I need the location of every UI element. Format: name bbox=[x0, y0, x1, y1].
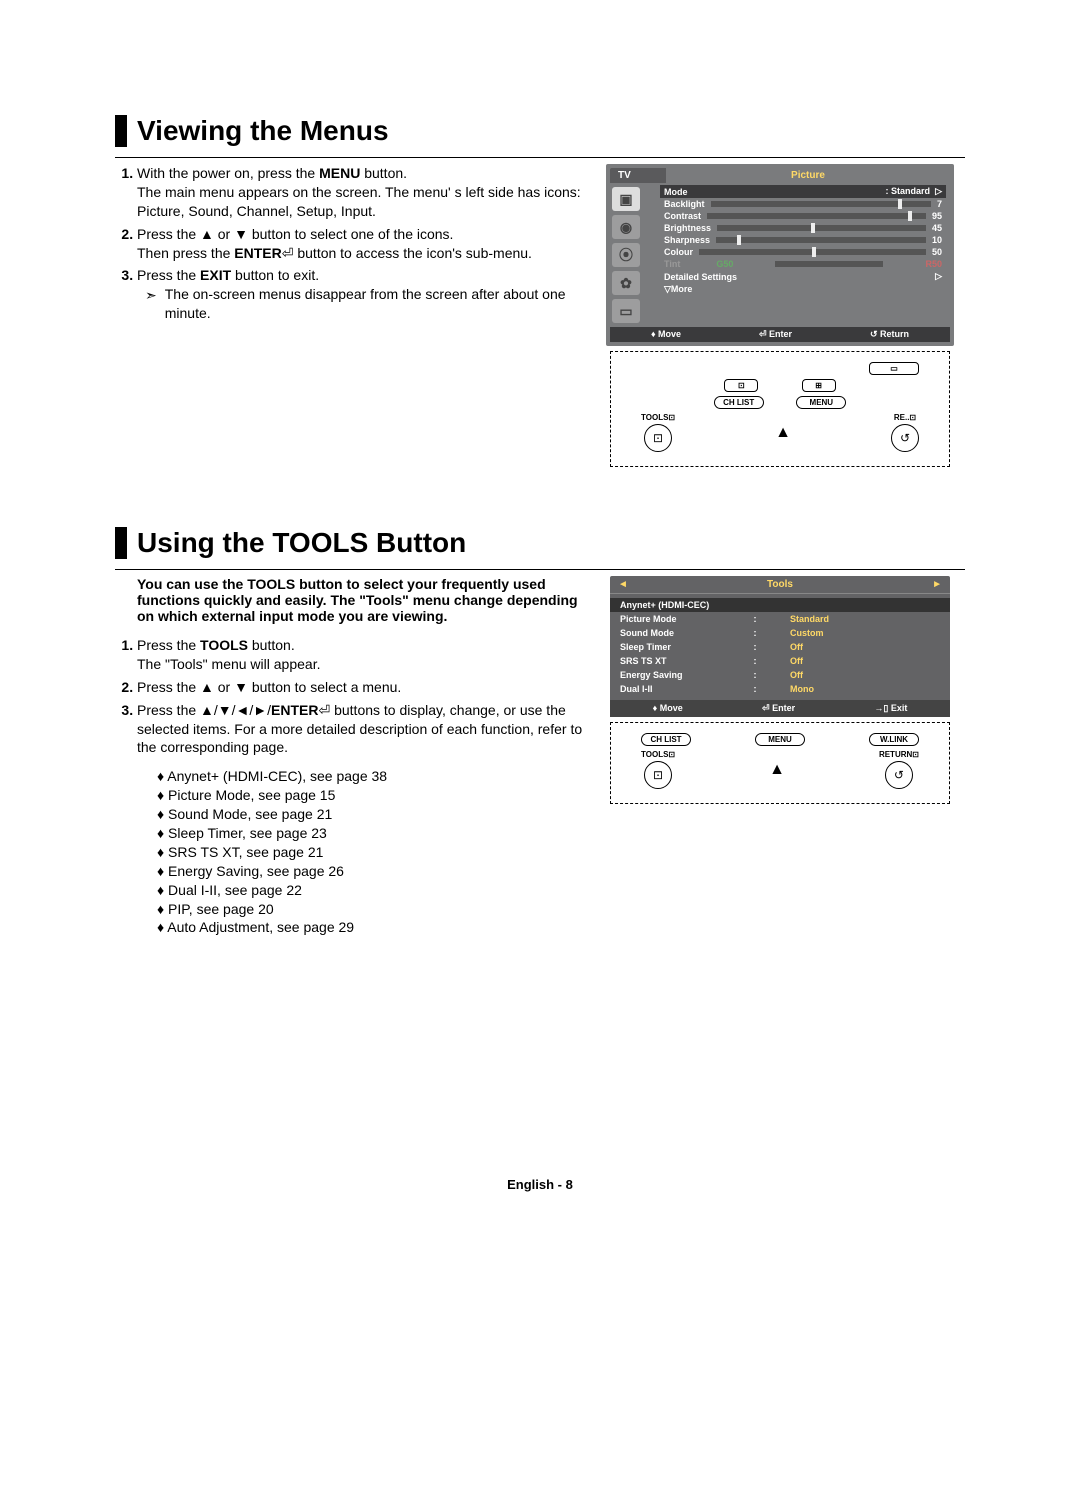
section-tools-button: Using the TOOLS Button You can use the T… bbox=[115, 527, 965, 937]
return-label: RE..⊡ bbox=[894, 413, 916, 422]
step-2: Press the ▲ or ▼ button to select one of… bbox=[137, 225, 585, 263]
osd-row-more: ▽More bbox=[660, 283, 946, 296]
osd-row-mode: Mode : Standard ▷ bbox=[660, 185, 946, 198]
text-column: You can use the TOOLS button to select y… bbox=[115, 576, 585, 937]
input-icon: ▭ bbox=[612, 299, 640, 323]
osd-picture-menu: TV Picture ▣ ◉ ⦿ ✿ ▭ Mode bbox=[606, 164, 954, 346]
tools-label: TOOLS⊡ bbox=[641, 750, 675, 759]
osd-row-sharpness: Sharpness 10 bbox=[660, 234, 946, 246]
list-item: Sleep Timer, see page 23 bbox=[157, 824, 585, 843]
remote-small-btn: ▭ bbox=[869, 362, 919, 375]
menu-button: MENU bbox=[796, 396, 846, 409]
figure-column: ◄ Tools ► Anynet+ (HDMI-CEC) Picture Mod… bbox=[595, 576, 965, 937]
tools-row: Dual I-II:Mono bbox=[620, 682, 940, 696]
step-3: Press the EXIT button to exit. ➣ The on-… bbox=[137, 266, 585, 323]
list-item: Sound Mode, see page 21 bbox=[157, 805, 585, 824]
list-item: Energy Saving, see page 26 bbox=[157, 862, 585, 881]
tools-row: Sound Mode:Custom bbox=[620, 626, 940, 640]
return-button: ↺ bbox=[891, 424, 919, 452]
osd-tools-menu: ◄ Tools ► Anynet+ (HDMI-CEC) Picture Mod… bbox=[610, 576, 950, 717]
list-item: Picture Mode, see page 15 bbox=[157, 786, 585, 805]
figure-column: TV Picture ▣ ◉ ⦿ ✿ ▭ Mode bbox=[595, 164, 965, 467]
osd-footer: ♦ Move ⏎ Enter ↺ Return bbox=[610, 327, 950, 342]
tools-row: Sleep Timer:Off bbox=[620, 640, 940, 654]
return-label: RETURN⊡ bbox=[879, 750, 919, 759]
section-header: Using the TOOLS Button bbox=[115, 527, 965, 559]
remote-small-btn: ⊡ bbox=[724, 379, 758, 392]
channel-icon: ⦿ bbox=[612, 243, 640, 267]
osd-sidebar: ▣ ◉ ⦿ ✿ ▭ bbox=[610, 185, 656, 325]
section-title: Using the TOOLS Button bbox=[137, 527, 965, 559]
list-item: Anynet+ (HDMI-CEC), see page 38 bbox=[157, 767, 585, 786]
list-item: PIP, see page 20 bbox=[157, 900, 585, 919]
tools-footer: ♦ Move ⏎ Enter →▯ Exit bbox=[610, 700, 950, 717]
osd-row-colour: Colour 50 bbox=[660, 246, 946, 258]
tools-button: ⊡ bbox=[644, 761, 672, 789]
sound-icon: ◉ bbox=[612, 215, 640, 239]
tools-label: TOOLS⊡ bbox=[641, 413, 675, 422]
osd-row-backlight: Backlight 7 bbox=[660, 198, 946, 210]
chlist-button: CH LIST bbox=[714, 396, 764, 409]
list-item: SRS TS XT, see page 21 bbox=[157, 843, 585, 862]
section-body: With the power on, press the MENU button… bbox=[115, 157, 965, 467]
osd-titlebar: TV Picture bbox=[610, 168, 950, 183]
section-body: You can use the TOOLS button to select y… bbox=[115, 569, 965, 937]
osd-main: Mode : Standard ▷ Backlight 7 Contrast bbox=[656, 185, 950, 325]
menu-button: MENU bbox=[755, 733, 805, 746]
chlist-button: CH LIST bbox=[641, 733, 691, 746]
manual-page: Viewing the Menus With the power on, pre… bbox=[0, 0, 1080, 1232]
section-viewing-menus: Viewing the Menus With the power on, pre… bbox=[115, 115, 965, 467]
osd-row-brightness: Brightness 45 bbox=[660, 222, 946, 234]
nav-up-icon: ▲ bbox=[769, 761, 785, 779]
note-text: The on-screen menus disappear from the s… bbox=[165, 285, 585, 323]
osd-row-detailed: Detailed Settings ▷ bbox=[660, 270, 946, 283]
page-footer: English - 8 bbox=[115, 1177, 965, 1192]
intro-text: You can use the TOOLS button to select y… bbox=[137, 576, 585, 624]
remote-illustration: ▭ ⊡ ⊞ CH LIST MENU bbox=[610, 351, 950, 467]
step-2: Press the ▲ or ▼ button to select a menu… bbox=[137, 678, 585, 697]
remote-small-btn: ⊞ bbox=[802, 379, 836, 392]
setup-icon: ✿ bbox=[612, 271, 640, 295]
osd-tv-label: TV bbox=[610, 168, 666, 183]
tools-header: ◄ Tools ► bbox=[610, 576, 950, 594]
left-arrow-icon: ◄ bbox=[618, 579, 628, 590]
list-item: Auto Adjustment, see page 29 bbox=[157, 918, 585, 937]
step-1: Press the TOOLS button. The "Tools" menu… bbox=[137, 636, 585, 674]
right-arrow-icon: ► bbox=[932, 579, 942, 590]
arrow-icon: ➣ bbox=[145, 286, 157, 305]
wlink-button: W.LINK bbox=[869, 733, 919, 746]
osd-menu-title: Picture bbox=[666, 168, 950, 183]
tools-row: SRS TS XT:Off bbox=[620, 654, 940, 668]
tools-row: Energy Saving:Off bbox=[620, 668, 940, 682]
tools-row-anynet: Anynet+ (HDMI-CEC) bbox=[610, 598, 950, 612]
section-title: Viewing the Menus bbox=[137, 115, 965, 147]
step-1: With the power on, press the MENU button… bbox=[137, 164, 585, 221]
tools-row: Picture Mode:Standard bbox=[620, 612, 940, 626]
step-list: With the power on, press the MENU button… bbox=[137, 164, 585, 323]
tools-body: Anynet+ (HDMI-CEC) Picture Mode:Standard… bbox=[610, 594, 950, 700]
nav-up-icon: ▲ bbox=[775, 424, 791, 442]
osd-row-contrast: Contrast 95 bbox=[660, 210, 946, 222]
step-3: Press the ▲/▼/◄/►/ENTER⏎ buttons to disp… bbox=[137, 701, 585, 758]
list-item: Dual I-II, see page 22 bbox=[157, 881, 585, 900]
picture-icon: ▣ bbox=[612, 187, 640, 211]
section-header: Viewing the Menus bbox=[115, 115, 965, 147]
osd-row-tint: Tint G50 R50 bbox=[660, 258, 946, 270]
return-button: ↺ bbox=[885, 761, 913, 789]
tools-button: ⊡ bbox=[644, 424, 672, 452]
step-list: Press the TOOLS button. The "Tools" menu… bbox=[137, 636, 585, 757]
reference-list: Anynet+ (HDMI-CEC), see page 38 Picture … bbox=[157, 767, 585, 937]
note-row: ➣ The on-screen menus disappear from the… bbox=[137, 285, 585, 323]
remote-illustration: CH LIST MENU W.LINK TOOLS⊡ ⊡ ▲ RETURN⊡ ↺ bbox=[610, 722, 950, 804]
text-column: With the power on, press the MENU button… bbox=[115, 164, 585, 467]
